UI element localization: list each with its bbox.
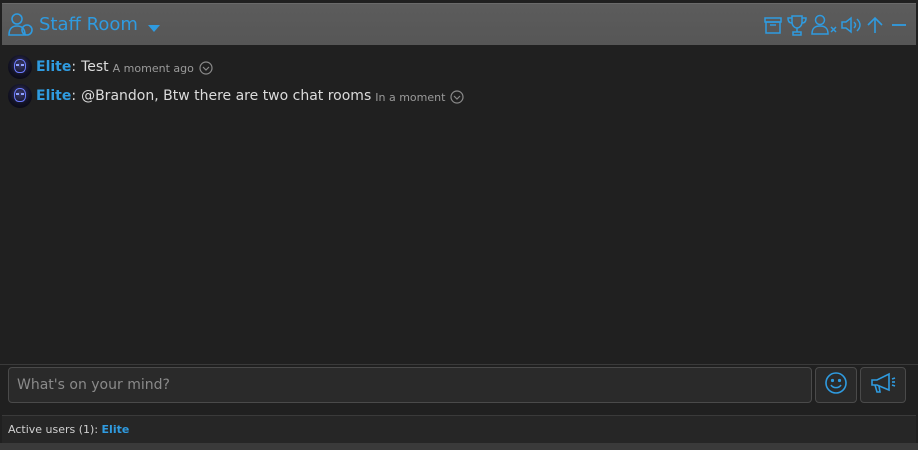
chat-window: Staff Room Elite: Test A moment ago Eli… [0,0,918,450]
message-text: Test [81,59,109,75]
avatar[interactable] [8,84,32,108]
emoji-button[interactable] [815,367,857,403]
chevron-down-icon[interactable] [199,60,213,75]
message-text: @Brandon, Btw there are two chat rooms [81,88,372,104]
active-user-link[interactable]: Elite [102,423,130,436]
message-timestamp: In a moment [375,90,446,104]
users-icon[interactable] [7,12,35,38]
archive-icon[interactable] [762,13,784,37]
chat-header: Staff Room [2,3,916,45]
avatar[interactable] [8,55,32,79]
message-timestamp: A moment ago [112,61,194,75]
message-input[interactable] [8,367,812,403]
sound-icon[interactable] [840,13,862,37]
message-colon: : [71,59,77,75]
active-users-label: Active users (1): [8,423,99,436]
message-username[interactable]: Elite [36,59,71,75]
message-list: Elite: Test A moment ago Elite: @Brandon… [0,48,918,363]
active-users-bar: Active users (1): Elite [2,415,916,443]
room-title[interactable]: Staff Room [39,13,138,37]
chat-message: Elite: Test A moment ago [8,54,213,80]
chat-message: Elite: @Brandon, Btw there are two chat … [8,83,465,109]
scroll-top-icon[interactable] [864,13,886,37]
dropdown-caret-icon[interactable] [146,20,162,32]
message-colon: : [71,88,77,104]
divider [0,364,918,365]
smiley-icon [824,371,848,399]
minimize-icon[interactable] [888,13,910,37]
header-toolbar [762,12,910,38]
megaphone-icon [869,371,897,399]
chevron-down-icon[interactable] [450,89,465,104]
window-border [0,443,918,450]
message-username[interactable]: Elite [36,88,71,104]
trophy-icon[interactable] [786,13,808,37]
user-remove-icon[interactable] [810,13,838,37]
announce-button[interactable] [860,367,906,403]
